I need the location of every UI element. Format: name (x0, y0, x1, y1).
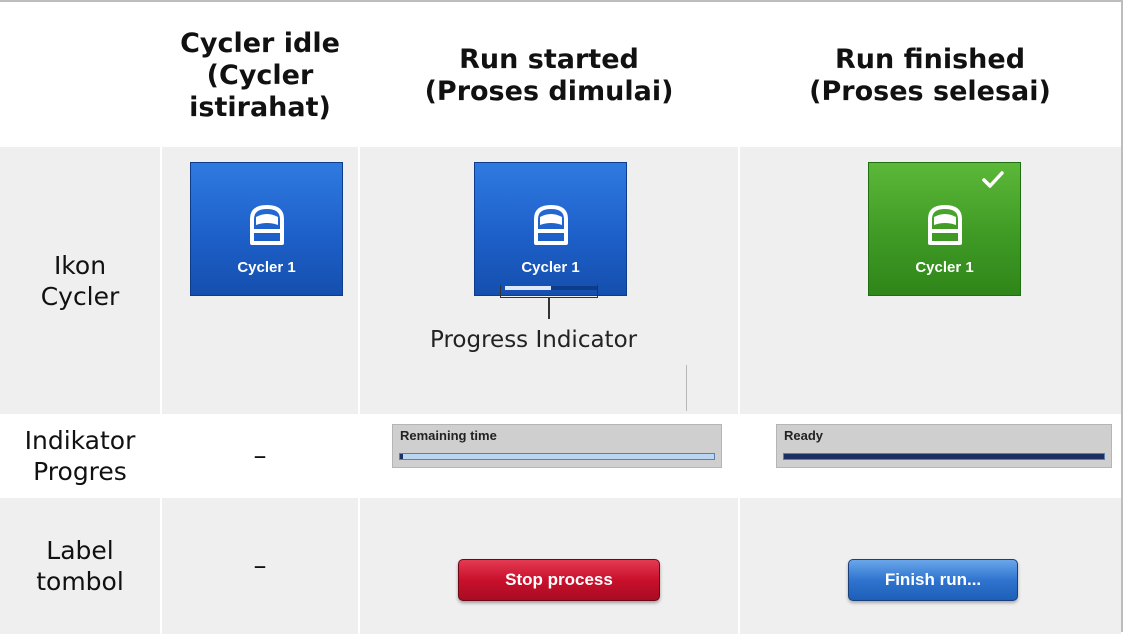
progress-idle-value: – (253, 441, 267, 471)
button-idle-cell: – (162, 498, 358, 634)
progress-panel-finished: Ready (776, 424, 1112, 468)
header-cycler-idle: Cycler idle (Cycler istirahat) (162, 4, 358, 147)
button-label-row: Label tombol – Stop process Finish run..… (0, 498, 1121, 634)
cycler-icon (534, 205, 568, 245)
thin-divider-mark (686, 365, 687, 411)
row-label-cell: Label tombol (0, 498, 160, 634)
button-idle-value: – (253, 551, 267, 581)
column-divider (738, 498, 740, 634)
callout-line (548, 297, 550, 319)
progress-label-finished: Ready (784, 428, 824, 443)
comparison-table: Cycler idle (Cycler istirahat) Run start… (0, 0, 1123, 634)
row-label-cell: Indikator Progres (0, 414, 160, 498)
checkmark-icon (982, 171, 1004, 188)
cycler-name: Cycler 1 (521, 259, 580, 276)
column-divider (358, 147, 360, 414)
row-label-cell: Ikon Cycler (0, 147, 160, 414)
progress-bar-finished (783, 453, 1105, 460)
header-run-finished: Run finished (Proses selesai) (740, 4, 1120, 147)
column-divider (738, 147, 740, 414)
column-divider (358, 498, 360, 634)
cycler-icon (928, 205, 962, 245)
finish-run-button[interactable]: Finish run... (848, 559, 1018, 601)
row-label-progress: Indikator Progres (24, 426, 136, 486)
progress-indicator-row: Indikator Progres – Remaining time Ready (0, 414, 1121, 498)
header-row: Cycler idle (Cycler istirahat) Run start… (0, 4, 1121, 147)
cycler-tile-idle[interactable]: Cycler 1 (190, 162, 343, 296)
header-run-started: Run started (Proses dimulai) (360, 4, 738, 147)
cycler-icon (250, 205, 284, 245)
cycler-tile-running[interactable]: Cycler 1 (474, 162, 627, 296)
stop-process-button[interactable]: Stop process (458, 559, 660, 601)
column-divider (160, 147, 162, 414)
cycler-icon-row: Ikon Cycler Cycler 1 Cycler 1 Progress I… (0, 147, 1121, 414)
header-cycler-idle-text: Cycler idle (Cycler istirahat) (180, 27, 340, 123)
progress-label-started: Remaining time (400, 428, 497, 443)
row-label-button: Label tombol (36, 536, 124, 596)
header-run-started-text: Run started (Proses dimulai) (424, 43, 674, 107)
progress-indicator-callout: Progress Indicator (430, 327, 638, 353)
cycler-name: Cycler 1 (237, 259, 296, 276)
cycler-tile-finished[interactable]: Cycler 1 (868, 162, 1021, 296)
progress-fill-finished (784, 454, 1104, 459)
header-run-finished-text: Run finished (Proses selesai) (809, 43, 1051, 107)
progress-bar-started (399, 453, 715, 460)
cycler-name: Cycler 1 (915, 259, 974, 276)
progress-panel-started: Remaining time (392, 424, 722, 468)
progress-idle-cell: – (162, 414, 358, 498)
progress-fill-started (400, 454, 404, 459)
header-empty-cell (0, 4, 160, 147)
row-label-icon: Ikon Cycler (40, 250, 120, 311)
